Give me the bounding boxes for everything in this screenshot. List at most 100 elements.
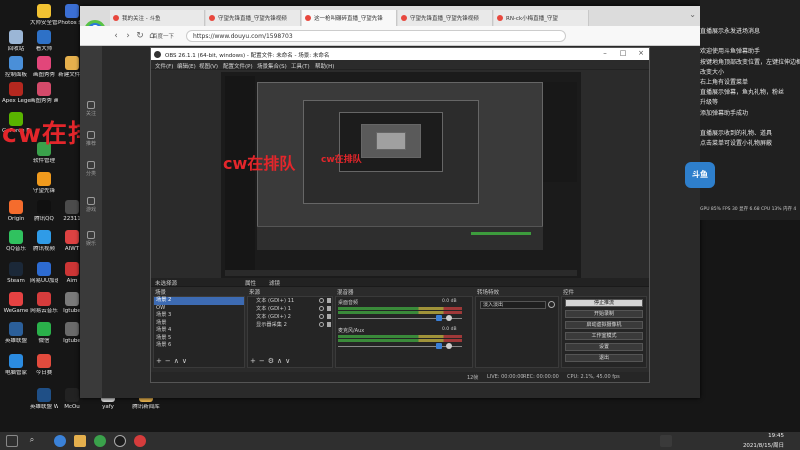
desktop-icon[interactable]: Origin: [2, 200, 30, 223]
app-icon: [65, 56, 79, 70]
browser2-taskbar-icon[interactable]: [94, 435, 106, 447]
rail-item-category[interactable]: 分类: [83, 160, 99, 180]
file-explorer-icon[interactable]: [74, 435, 86, 447]
rail-item-game[interactable]: 游戏: [83, 196, 99, 216]
settings-button[interactable]: 设置: [565, 343, 643, 351]
forward-icon[interactable]: ›: [122, 30, 134, 42]
desktop-icon[interactable]: 守望先锋: [30, 172, 58, 195]
menu-edit[interactable]: 编辑(E): [177, 62, 196, 70]
menu-view[interactable]: 视图(V): [199, 62, 218, 70]
desktop-icon-label: 微信: [38, 338, 50, 344]
desktop-icon[interactable]: 今日赛: [30, 354, 58, 377]
menu-help[interactable]: 帮助(H): [315, 62, 334, 70]
desktop-icon[interactable]: Apex Legends: [2, 82, 30, 105]
menu-file[interactable]: 文件(F): [155, 62, 173, 70]
source-item[interactable]: 文本 (GDI+) 1: [248, 305, 332, 313]
volume-slider[interactable]: [338, 318, 462, 319]
menu-profile[interactable]: 配置文件(P): [223, 62, 253, 70]
filters-button[interactable]: 滤镜: [269, 279, 280, 287]
bookmark-link[interactable]: 百度一下: [152, 32, 174, 40]
sources-toolbar[interactable]: +−⚙∧∨: [250, 357, 293, 365]
obs-taskbar-icon[interactable]: [114, 435, 126, 447]
source-item[interactable]: 文本 (GDI+) 11: [248, 297, 332, 305]
desktop-icon[interactable]: 网易UU加速器: [30, 262, 58, 285]
scene-item[interactable]: 场景 2: [154, 297, 244, 305]
rail-item-follow[interactable]: 关注: [83, 100, 99, 120]
search-icon[interactable]: ⌕: [26, 435, 38, 447]
eye-icon[interactable]: [319, 306, 324, 311]
url-field[interactable]: https://www.douyu.com/1598703: [186, 30, 566, 42]
start-virtual-camera-button[interactable]: 启动虚拟摄像机: [565, 321, 643, 329]
start-button-icon[interactable]: [6, 435, 18, 447]
scene-item[interactable]: 场景 4: [154, 327, 244, 335]
desktop-icon[interactable]: WeGame: [2, 292, 30, 315]
tab-dropdown-icon[interactable]: ⌄: [689, 10, 696, 19]
menu-tools[interactable]: 工具(T): [291, 62, 310, 70]
back-icon[interactable]: ‹: [110, 30, 122, 42]
desktop-icon[interactable]: 画图秀秀: [30, 56, 58, 79]
lock-icon[interactable]: [327, 314, 331, 319]
tray-icons[interactable]: [660, 435, 672, 447]
recommend-icon: [87, 131, 95, 139]
scene-item[interactable]: OW: [154, 305, 244, 313]
desktop-icon-label: 电脑管家: [4, 370, 27, 376]
desktop-icon[interactable]: Steam: [2, 262, 30, 285]
menu-scene-collection[interactable]: 场景集合(S): [257, 62, 287, 70]
transition-select[interactable]: 淡入淡出: [480, 301, 546, 309]
desktop-icon[interactable]: 微信: [30, 322, 58, 345]
minimize-icon[interactable]: –: [597, 49, 613, 59]
desktop-icon[interactable]: QQ音乐: [2, 230, 30, 253]
volume-slider[interactable]: [338, 346, 462, 347]
gear-icon[interactable]: [446, 343, 452, 349]
desktop-icon[interactable]: 电脑管家: [2, 354, 30, 377]
desktop-icon[interactable]: 腾讯视频: [30, 230, 58, 253]
source-item[interactable]: 显示器采集 2: [248, 321, 332, 329]
browser-tab-1[interactable]: 我的关注 - 斗鱼: [110, 10, 205, 26]
browser-taskbar-icon[interactable]: [54, 435, 66, 447]
eye-icon[interactable]: [319, 298, 324, 303]
source-item[interactable]: 文本 (GDI+) 2: [248, 313, 332, 321]
desktop-icon[interactable]: 控制面板: [2, 56, 30, 79]
scene-item[interactable]: 场景: [154, 320, 244, 328]
start-recording-button[interactable]: 开始录制: [565, 310, 643, 318]
scenes-toolbar[interactable]: +−∧∨: [156, 357, 190, 365]
scene-item[interactable]: 场景 3: [154, 312, 244, 320]
browser-tab-3[interactable]: 这一枪叫碾碎直播_守望先锋: [302, 10, 397, 26]
app-icon: [9, 200, 23, 214]
netease-music-taskbar-icon[interactable]: [134, 435, 146, 447]
stop-streaming-button[interactable]: 停止推流: [565, 299, 643, 307]
maximize-icon[interactable]: □: [615, 49, 631, 59]
speaker-icon[interactable]: [436, 343, 442, 349]
lock-icon[interactable]: [327, 298, 331, 303]
eye-icon[interactable]: [319, 322, 324, 327]
scene-item[interactable]: 场景 5: [154, 335, 244, 343]
speaker-icon[interactable]: [436, 315, 442, 321]
browser-tab-5[interactable]: RN-ck小梅直播_守望: [494, 10, 589, 26]
properties-button[interactable]: 属性: [245, 279, 256, 287]
preview-overlay-text: cw在排队: [223, 154, 296, 173]
rail-item-recommend[interactable]: 推荐: [83, 130, 99, 150]
preview-meter: [471, 232, 531, 235]
lock-icon[interactable]: [327, 306, 331, 311]
desktop-icon[interactable]: 画图秀秀 画图: [30, 82, 58, 105]
browser-tab-2[interactable]: 守望先锋直播_守望先锋视频: [206, 10, 301, 26]
reload-icon[interactable]: ↻: [134, 30, 146, 42]
exit-button[interactable]: 退出: [565, 354, 643, 362]
close-icon[interactable]: ×: [633, 49, 649, 59]
desktop-icon[interactable]: 大师安全管理: [30, 4, 58, 27]
obs-preview-canvas[interactable]: cw在排队 cw在排队: [221, 72, 581, 278]
desktop-icon[interactable]: 英雄联盟: [2, 322, 30, 345]
eye-icon[interactable]: [319, 314, 324, 319]
lock-icon[interactable]: [327, 322, 331, 327]
studio-mode-button[interactable]: 工作室模式: [565, 332, 643, 340]
desktop-icon[interactable]: 看大师: [30, 30, 58, 53]
desktop-icon[interactable]: 回收站: [2, 30, 30, 53]
rail-item-ent[interactable]: 娱乐: [83, 230, 99, 250]
gear-icon[interactable]: [446, 315, 452, 321]
transition-gear-icon[interactable]: [548, 301, 555, 308]
browser-tab-4[interactable]: 守望先锋直播_守望先锋视频: [398, 10, 493, 26]
desktop-icon[interactable]: 英雄联盟 WeGame版: [30, 388, 58, 411]
desktop-icon[interactable]: 腾讯QQ: [30, 200, 58, 223]
desktop-icon[interactable]: 网易云音乐: [30, 292, 58, 315]
scene-item[interactable]: 场景 6: [154, 342, 244, 350]
